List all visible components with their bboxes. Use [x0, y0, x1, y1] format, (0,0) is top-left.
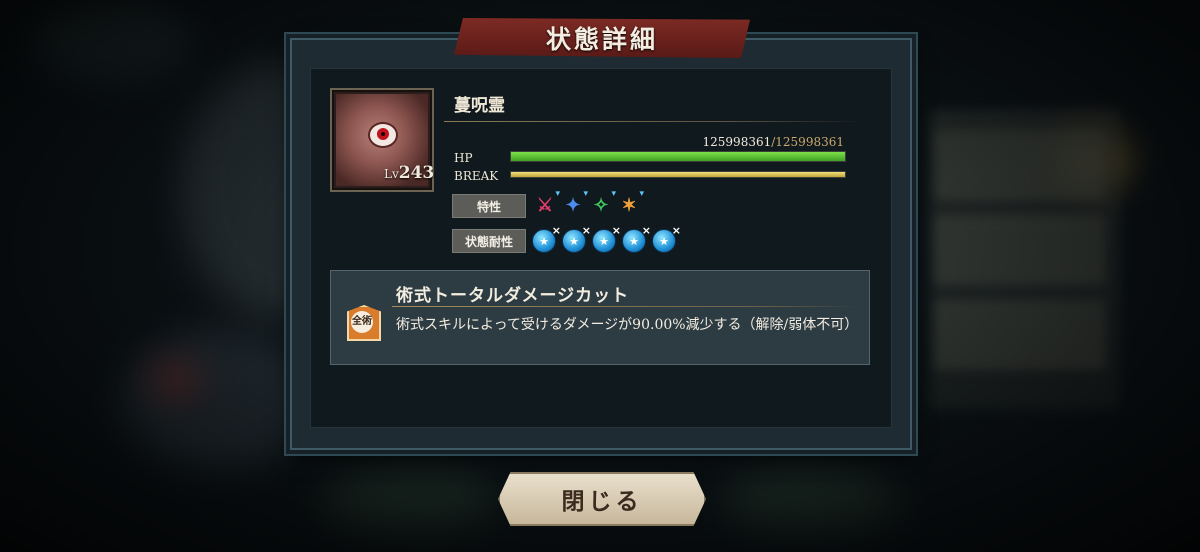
status-resist-icon: ★ ×	[652, 224, 681, 253]
hp-value: 125998361/125998361	[702, 135, 844, 149]
effect-description: 術式スキルによって受けるダメージが90.00%減少する（解除/弱体不可）	[396, 317, 859, 333]
dialog-title-banner: 状態詳細	[454, 18, 750, 58]
status-resist-icon: ★ ×	[592, 224, 621, 253]
hp-bar	[510, 151, 846, 162]
status-resist-icon: ★ ×	[532, 224, 561, 253]
trait-green-icon: ✧ ▾	[593, 189, 616, 216]
trait-red-icon: ⚔ ▾	[536, 189, 560, 216]
dialog-title: 状態詳細	[545, 25, 658, 54]
traits-label: 特性	[452, 194, 526, 218]
divider	[392, 306, 858, 307]
hp-bar-fill	[511, 152, 845, 161]
break-bar-fill	[511, 172, 845, 177]
divider	[444, 121, 862, 122]
enemy-level: Lv243	[384, 163, 435, 183]
enemy-name: 蔓呪霊	[454, 96, 505, 116]
hp-label: HP	[454, 151, 473, 165]
status-resist-icon: ★ ×	[562, 224, 591, 253]
status-resist-icon: ★ ×	[622, 224, 651, 253]
status-resist-label: 状態耐性	[452, 229, 526, 253]
effect-title: 術式トータルダメージカット	[396, 286, 630, 306]
trait-orange-icon: ✶ ▾	[621, 189, 644, 216]
break-bar	[510, 171, 846, 178]
break-label: BREAK	[454, 169, 499, 183]
close-button[interactable]: 閉じる	[498, 472, 706, 526]
trait-blue-icon: ✦ ▾	[565, 189, 588, 216]
effect-badge-label: 全術	[351, 311, 373, 333]
close-button-label: 閉じる	[561, 488, 643, 515]
